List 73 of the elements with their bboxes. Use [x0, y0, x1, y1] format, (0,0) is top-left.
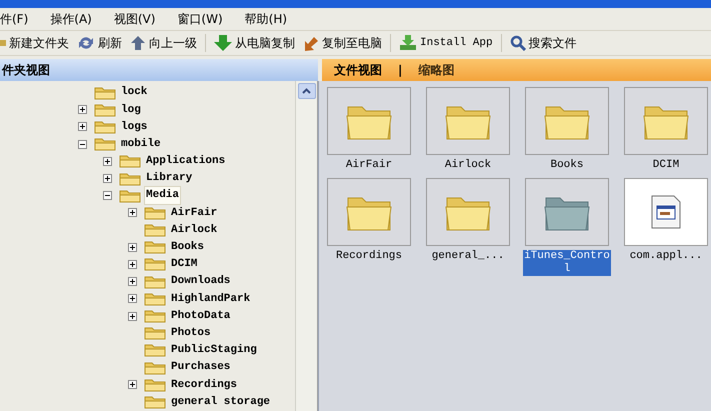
folder-thumbnail[interactable] — [327, 87, 411, 155]
panel-header: 件夹视图 — [0, 59, 318, 81]
menu-item[interactable]: 窗口(W) — [177, 10, 223, 28]
expand-toggle[interactable] — [128, 380, 137, 390]
menu-item[interactable]: 视图(V) — [114, 10, 156, 28]
tree-item[interactable]: Airlock — [169, 220, 220, 240]
file-name[interactable]: general_... — [430, 250, 506, 263]
tree-item[interactable]: AirFair — [169, 204, 220, 222]
tree-item[interactable]: general storage — [169, 392, 272, 411]
expand-toggle[interactable] — [78, 122, 87, 132]
expand-toggle[interactable] — [103, 174, 112, 184]
toolbar-button[interactable]: 搜索文件 — [510, 34, 577, 52]
toolbar-button[interactable]: 刷新 — [77, 34, 122, 52]
view-tab[interactable]: 缩略图 — [416, 61, 456, 79]
tree-item[interactable]: Library — [144, 169, 194, 188]
file-name[interactable]: AirFair — [344, 159, 394, 172]
tree-item[interactable]: lock — [119, 83, 150, 102]
tree-item[interactable]: Recordings — [169, 376, 240, 394]
tree-item[interactable]: HighlandPark — [169, 290, 252, 308]
tree-item[interactable]: Downloads — [169, 272, 232, 291]
tree-item[interactable]: DCIM — [169, 255, 200, 274]
file-name[interactable]: DCIM — [652, 159, 680, 172]
menu-item[interactable]: 帮助(H) — [244, 10, 288, 28]
expand-toggle[interactable] — [128, 312, 137, 321]
tree-item[interactable]: Media — [144, 186, 182, 205]
folder-thumbnail[interactable] — [426, 87, 510, 155]
up-arrow-icon — [130, 35, 146, 51]
toolbar-button[interactable]: 从电脑复制 — [214, 34, 295, 52]
file-name[interactable]: iTunes_Control — [523, 250, 611, 276]
collapse-toggle[interactable] — [103, 191, 112, 200]
up-caret-icon — [302, 88, 311, 94]
toolbar-button[interactable]: Install App — [399, 34, 493, 52]
toolbar-button[interactable]: 复制至电脑 — [303, 34, 382, 52]
file-thumbnail[interactable] — [624, 178, 708, 246]
tree-item[interactable]: PublicStaging — [169, 341, 259, 360]
search-icon — [510, 35, 526, 51]
file-name[interactable]: Recordings — [334, 250, 403, 263]
file-name[interactable]: Airlock — [444, 159, 492, 172]
tree-item[interactable]: log — [119, 100, 143, 120]
file-name[interactable]: com.appl... — [628, 250, 704, 263]
tree-item[interactable]: Purchases — [169, 358, 232, 377]
expand-toggle[interactable] — [78, 105, 87, 114]
view-tab[interactable]: 文件视图 — [332, 61, 384, 79]
menu-item[interactable]: 操作(A) — [50, 10, 92, 28]
expand-toggle[interactable] — [128, 208, 137, 218]
expand-toggle[interactable] — [128, 277, 137, 286]
expand-toggle[interactable] — [128, 260, 137, 269]
folder-thumbnail[interactable] — [624, 87, 708, 155]
copy-out-arrow-icon — [303, 35, 319, 51]
expand-toggle[interactable] — [128, 242, 137, 252]
tree-item[interactable]: Applications — [144, 152, 228, 171]
tree-item[interactable]: mobile — [119, 134, 163, 154]
scroll-up-button[interactable] — [298, 83, 316, 99]
scrollbar[interactable] — [295, 81, 317, 411]
toolbar-button[interactable]: 向上一级 — [130, 34, 197, 52]
expand-toggle[interactable] — [128, 294, 137, 304]
toolbar-button[interactable]: 新建文件夹 — [0, 34, 69, 52]
install-icon — [399, 35, 417, 51]
folder-thumbnail[interactable] — [327, 178, 411, 246]
tree-item[interactable]: PhotoData — [169, 306, 232, 326]
folder-thumbnail[interactable] — [525, 87, 609, 155]
tree-item[interactable]: Photos — [169, 324, 213, 342]
collapse-toggle[interactable] — [78, 140, 87, 149]
tab-separator: | — [398, 62, 402, 79]
tree-item[interactable]: logs — [119, 118, 150, 136]
folder-thumbnail[interactable] — [525, 178, 609, 246]
folder-thumbnail[interactable] — [426, 178, 510, 246]
tree-item[interactable]: Books — [169, 238, 206, 257]
expand-toggle[interactable] — [103, 156, 112, 166]
down-arrow-icon — [214, 35, 232, 51]
menu-item[interactable]: 件(F) — [0, 10, 28, 28]
refresh-icon — [77, 35, 95, 51]
file-name[interactable]: Books — [549, 159, 584, 172]
